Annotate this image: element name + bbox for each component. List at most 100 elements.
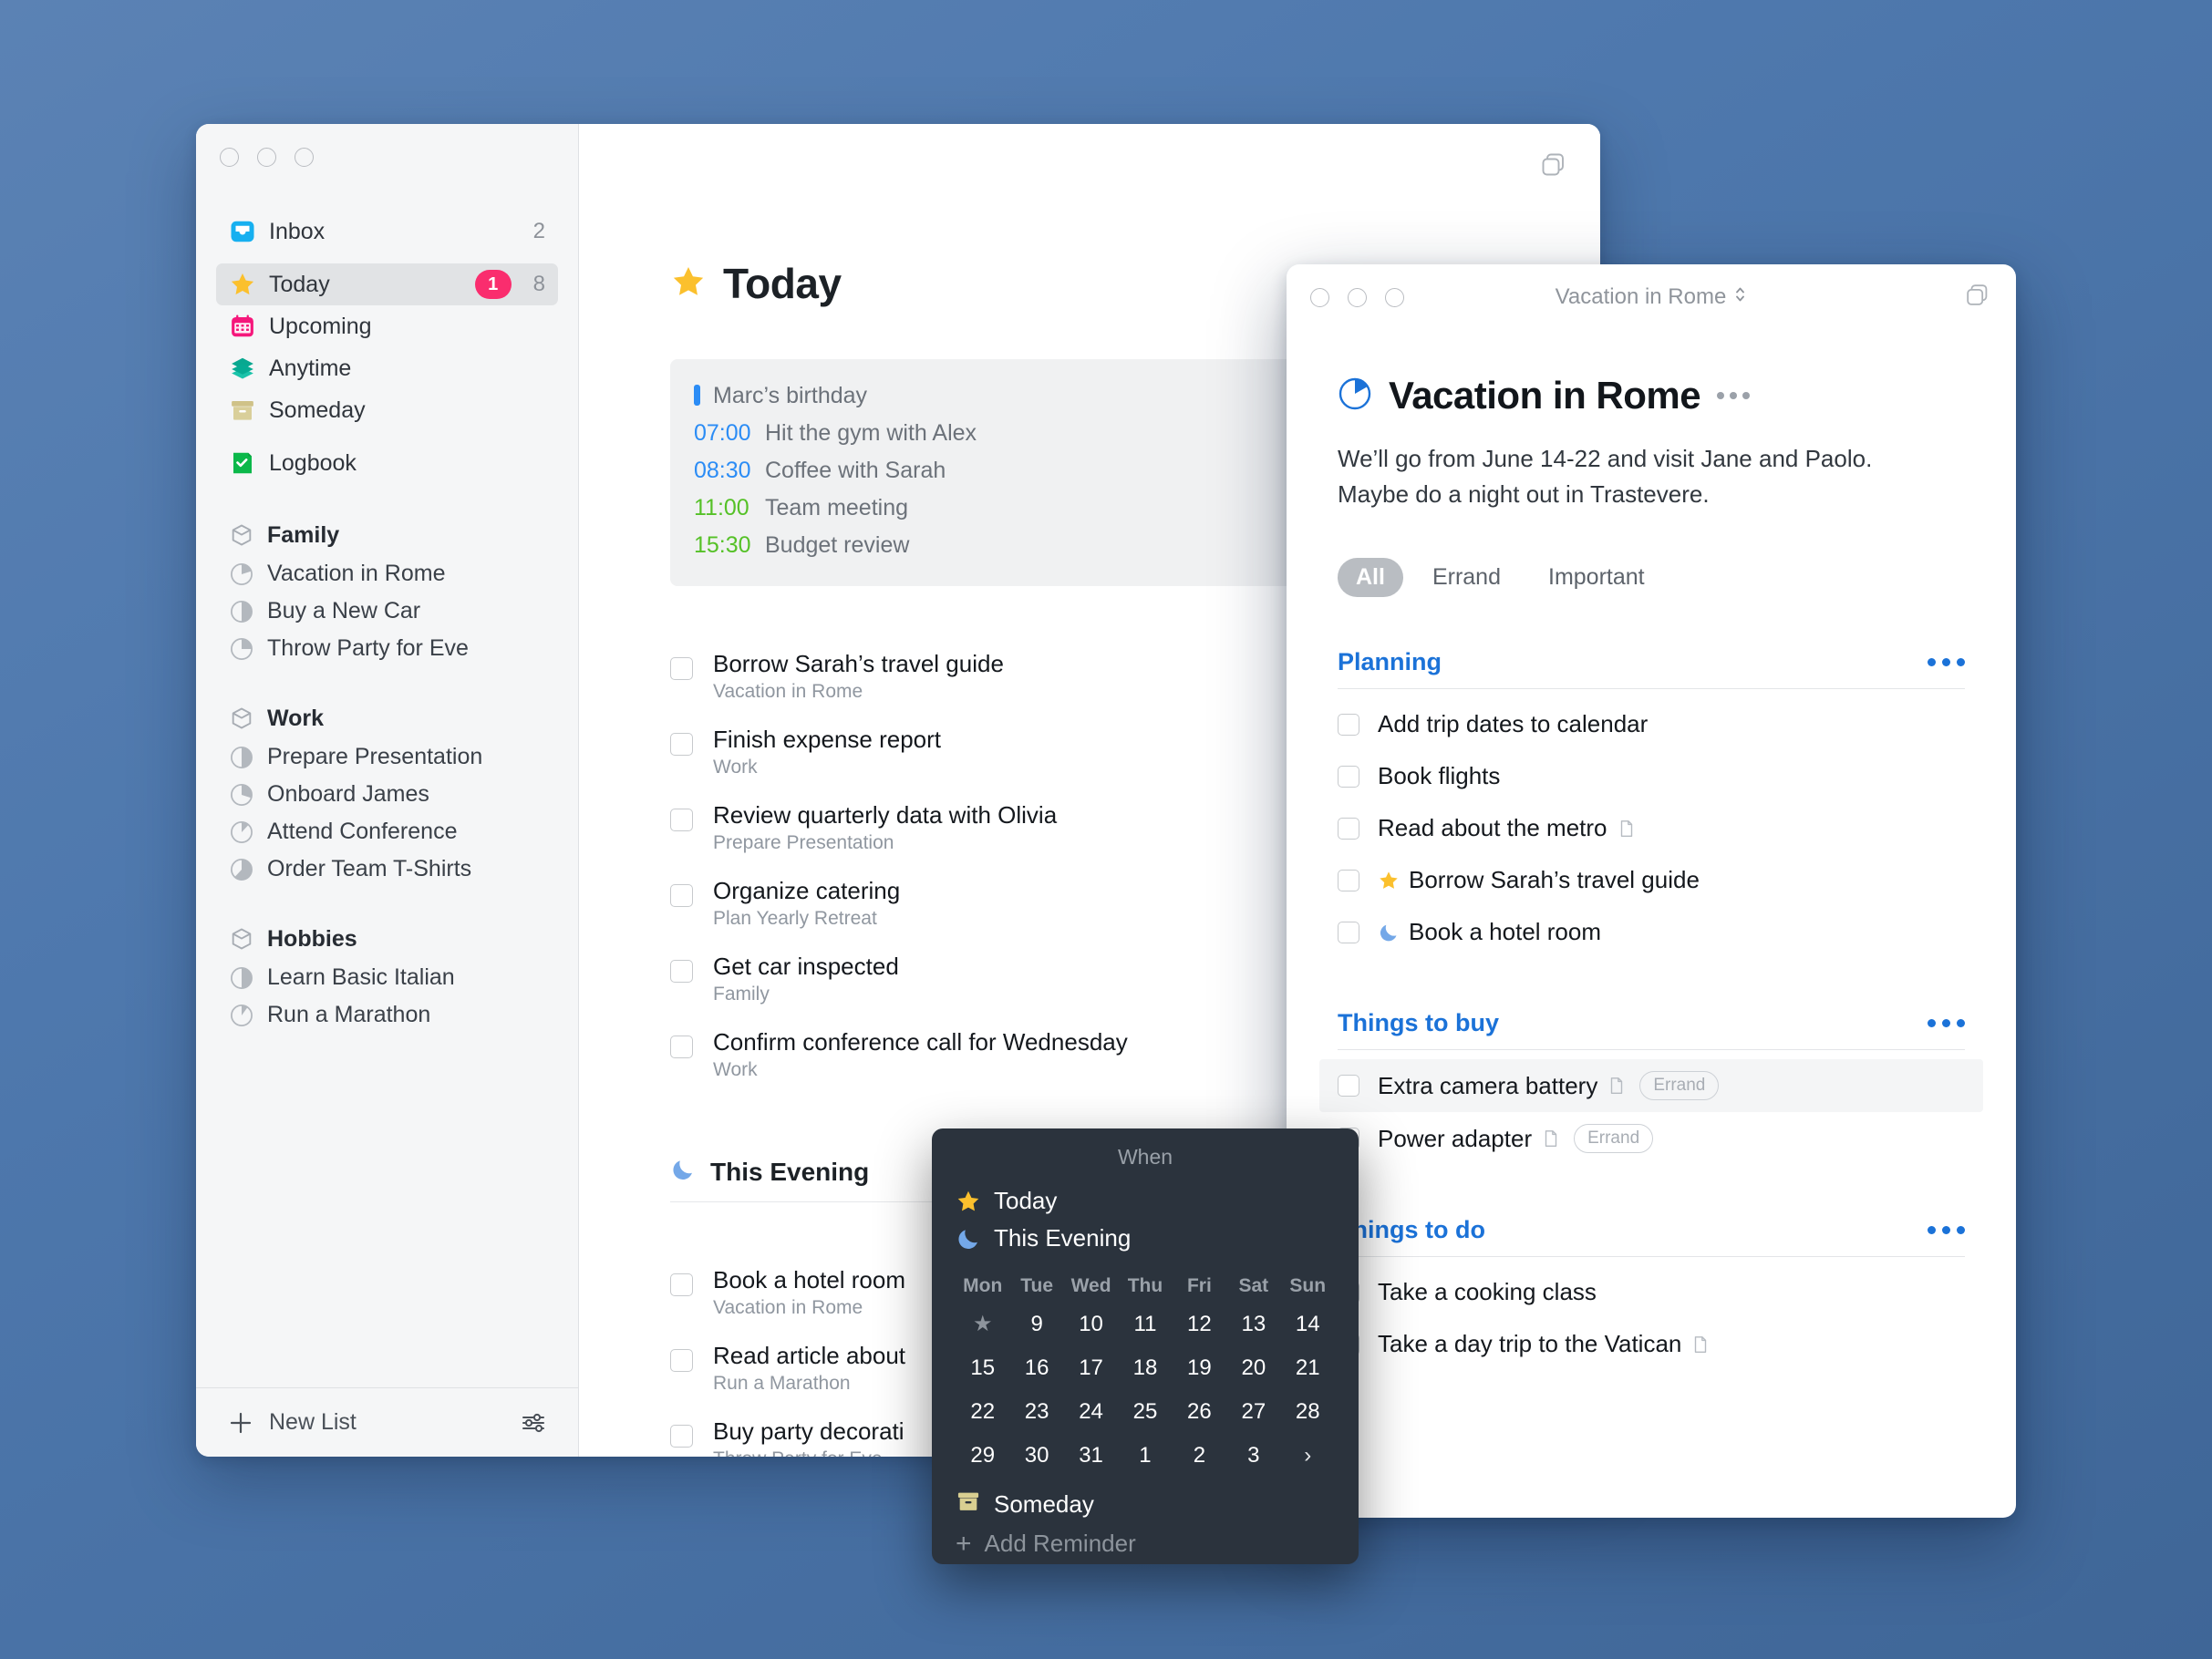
plus-icon[interactable]: [227, 1409, 254, 1437]
calendar-day-cell[interactable]: 24: [1064, 1390, 1118, 1434]
calendar-event-row[interactable]: 11:00 Team meeting: [694, 489, 1285, 527]
calendar-day-cell[interactable]: 31: [1064, 1434, 1118, 1478]
filter-chip-all[interactable]: All: [1338, 558, 1403, 597]
more-dots-icon[interactable]: [1928, 658, 1965, 666]
calendar-day-cell[interactable]: 1: [1118, 1434, 1172, 1478]
calendar-day-cell[interactable]: 25: [1118, 1390, 1172, 1434]
calendar-day-cell[interactable]: 9: [1009, 1303, 1063, 1346]
sidebar-project-item[interactable]: Prepare Presentation: [216, 738, 558, 776]
sidebar-item-upcoming[interactable]: Upcoming: [216, 305, 558, 347]
project-task-row[interactable]: Book flights: [1338, 750, 1965, 802]
sidebar-group-hobbies[interactable]: Hobbies: [216, 919, 558, 959]
when-option-this-evening[interactable]: This Evening: [956, 1220, 1335, 1257]
calendar-day-cell[interactable]: 14: [1281, 1303, 1335, 1346]
project-task-row[interactable]: Take a cooking class: [1338, 1266, 1965, 1318]
sidebar-project-item[interactable]: Order Team T-Shirts: [216, 850, 558, 888]
calendar-day-cell[interactable]: 30: [1009, 1434, 1063, 1478]
sidebar-project-item[interactable]: Run a Marathon: [216, 996, 558, 1034]
task-checkbox[interactable]: [670, 657, 693, 680]
copy-window-icon[interactable]: [1538, 149, 1569, 185]
calendar-day-cell[interactable]: 15: [956, 1346, 1009, 1390]
calendar-day-cell[interactable]: 19: [1173, 1346, 1226, 1390]
sidebar-item-someday[interactable]: Someday: [216, 389, 558, 431]
sidebar-item-logbook[interactable]: Logbook: [216, 442, 558, 484]
task-tag-badge[interactable]: Errand: [1574, 1124, 1654, 1153]
task-checkbox[interactable]: [670, 960, 693, 983]
calendar-day-cell[interactable]: 12: [1173, 1303, 1226, 1346]
calendar-event-row[interactable]: 15:30 Budget review: [694, 527, 1285, 564]
project-task-row[interactable]: Take a day trip to the Vatican: [1338, 1318, 1965, 1370]
sliders-icon[interactable]: [520, 1409, 547, 1437]
calendar-day-cell[interactable]: 3: [1226, 1434, 1280, 1478]
calendar-day-cell[interactable]: 17: [1064, 1346, 1118, 1390]
task-tag-badge[interactable]: Errand: [1639, 1071, 1720, 1100]
filter-chip-important[interactable]: Important: [1530, 558, 1663, 597]
calendar-day-cell[interactable]: 23: [1009, 1390, 1063, 1434]
task-checkbox[interactable]: [670, 733, 693, 756]
sidebar-group-family[interactable]: Family: [216, 515, 558, 555]
sidebar-group-work[interactable]: Work: [216, 698, 558, 738]
zoom-window-button[interactable]: [295, 148, 314, 167]
task-checkbox[interactable]: [670, 1036, 693, 1058]
more-dots-icon[interactable]: [1928, 1019, 1965, 1027]
calendar-day-cell[interactable]: 22: [956, 1390, 1009, 1434]
project-notes[interactable]: We’ll go from June 14-22 and visit Jane …: [1338, 441, 1894, 512]
task-checkbox[interactable]: [670, 1273, 693, 1296]
sidebar-item-today[interactable]: Today 1 8: [216, 263, 558, 305]
task-checkbox[interactable]: [1338, 713, 1359, 736]
calendar-day-cell[interactable]: 16: [1009, 1346, 1063, 1390]
sidebar-project-item[interactable]: Vacation in Rome: [216, 555, 558, 592]
sidebar-item-inbox[interactable]: Inbox 2: [216, 211, 558, 252]
sidebar-project-item[interactable]: Learn Basic Italian: [216, 959, 558, 996]
filter-chip-errand[interactable]: Errand: [1414, 558, 1519, 597]
project-task-row[interactable]: Borrow Sarah’s travel guide: [1338, 854, 1965, 906]
sidebar-project-item[interactable]: Onboard James: [216, 776, 558, 813]
calendar-event-row[interactable]: 07:00 Hit the gym with Alex: [694, 415, 1285, 452]
sidebar-item-anytime[interactable]: Anytime: [216, 347, 558, 389]
new-list-button-label[interactable]: New List: [269, 1409, 357, 1436]
calendar-day-cell[interactable]: 21: [1281, 1346, 1335, 1390]
task-checkbox[interactable]: [1338, 765, 1359, 788]
project-task-row[interactable]: Read about the metro: [1338, 802, 1965, 854]
when-option-today[interactable]: Today: [956, 1182, 1335, 1220]
project-task-row[interactable]: Extra camera battery Errand: [1319, 1059, 1983, 1112]
task-checkbox[interactable]: [1338, 1075, 1359, 1097]
calendar-next-month-icon[interactable]: ›: [1281, 1434, 1335, 1478]
task-checkbox[interactable]: [1338, 817, 1359, 840]
calendar-day-cell[interactable]: 18: [1118, 1346, 1172, 1390]
task-checkbox[interactable]: [1338, 921, 1359, 943]
calendar-day-cell[interactable]: 2: [1173, 1434, 1226, 1478]
minimize-window-button[interactable]: [257, 148, 276, 167]
project-task-row[interactable]: Add trip dates to calendar: [1338, 698, 1965, 750]
more-dots-icon[interactable]: [1717, 392, 1751, 399]
task-checkbox[interactable]: [670, 1349, 693, 1372]
when-someday-option[interactable]: Someday: [956, 1489, 1335, 1520]
calendar-day-cell[interactable]: 29: [956, 1434, 1009, 1478]
project-task-row[interactable]: Book a hotel room: [1338, 906, 1965, 958]
calendar-day-cell[interactable]: 20: [1226, 1346, 1280, 1390]
more-dots-icon[interactable]: [1928, 1226, 1965, 1234]
calendar-event-row[interactable]: Marc’s birthday: [694, 377, 1285, 415]
window-traffic-lights[interactable]: [196, 124, 578, 167]
calendar-day-cell[interactable]: 28: [1281, 1390, 1335, 1434]
when-add-reminder-option[interactable]: + Add Reminder: [956, 1530, 1335, 1558]
sidebar-project-item[interactable]: Buy a New Car: [216, 592, 558, 630]
task-checkbox[interactable]: [1338, 869, 1359, 891]
calendar-today-star-icon[interactable]: ★: [956, 1303, 1009, 1346]
calendar-day-cell[interactable]: 11: [1118, 1303, 1172, 1346]
calendar-event-row[interactable]: 08:30 Coffee with Sarah: [694, 452, 1285, 489]
copy-window-icon[interactable]: [1963, 281, 1992, 314]
sidebar-project-item[interactable]: Throw Party for Eve: [216, 630, 558, 667]
project-task-row[interactable]: Power adapter Errand: [1338, 1112, 1965, 1165]
task-checkbox[interactable]: [670, 1425, 693, 1448]
calendar-day-cell[interactable]: 13: [1226, 1303, 1280, 1346]
close-window-button[interactable]: [220, 148, 239, 167]
task-checkbox[interactable]: [670, 884, 693, 907]
task-checkbox[interactable]: [670, 809, 693, 831]
project-window-title[interactable]: Vacation in Rome: [1287, 284, 2016, 311]
calendar-day-cell[interactable]: 10: [1064, 1303, 1118, 1346]
chevron-updown-icon[interactable]: [1733, 284, 1747, 311]
sidebar-project-item[interactable]: Attend Conference: [216, 813, 558, 850]
calendar-day-cell[interactable]: 26: [1173, 1390, 1226, 1434]
calendar-day-cell[interactable]: 27: [1226, 1390, 1280, 1434]
